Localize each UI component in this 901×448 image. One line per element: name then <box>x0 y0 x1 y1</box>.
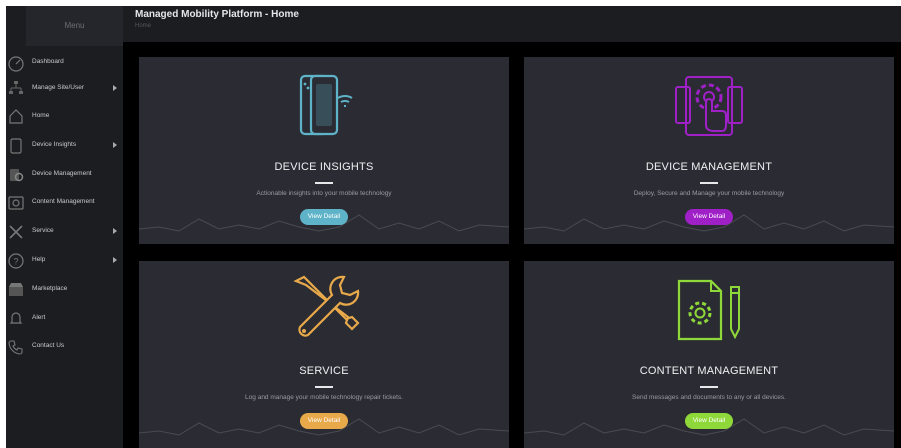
sidebar-item-label: Device Insights <box>32 141 77 148</box>
view-detail-button[interactable]: View Detail <box>685 413 733 429</box>
sidebar-icon-rail: ? <box>6 6 26 448</box>
org-chart-icon[interactable] <box>7 79 25 97</box>
sidebar-item-label: Device Management <box>32 170 92 177</box>
card-title: CONTENT MANAGEMENT <box>639 365 779 377</box>
sidebar-item-label: Alert <box>32 314 46 321</box>
sidebar: Menu Dashboard Manage Site/User Home Dev… <box>26 6 123 448</box>
touch-gear-icon <box>672 69 746 143</box>
sidebar-item-content-management[interactable]: Content Management <box>26 194 123 210</box>
sidebar-item-label: Manage Site/User <box>32 84 85 91</box>
help-icon[interactable]: ? <box>7 252 25 270</box>
card-description: Actionable insights into your mobile tec… <box>256 190 392 197</box>
wrench-screwdriver-icon <box>286 273 362 349</box>
chevron-right-icon <box>113 257 117 263</box>
marketplace-icon[interactable] <box>7 280 25 298</box>
home-icon[interactable] <box>7 107 25 125</box>
card-title: DEVICE INSIGHTS <box>274 161 374 173</box>
sidebar-item-label: Contact Us <box>32 342 65 349</box>
content-gear-icon[interactable] <box>7 194 25 212</box>
sidebar-item-dashboard[interactable]: Dashboard <box>26 54 123 70</box>
card-title: SERVICE <box>299 365 349 377</box>
sidebar-item-manage-site-user[interactable]: Manage Site/User <box>26 80 123 96</box>
sidebar-item-label: Content Management <box>32 198 95 205</box>
chevron-right-icon <box>113 85 117 91</box>
dashboard-icon[interactable] <box>7 54 25 72</box>
svg-text:?: ? <box>13 257 18 267</box>
card-service: SERVICE Log and manage your mobile techn… <box>139 261 509 448</box>
tools-icon[interactable] <box>7 223 25 241</box>
card-divider <box>315 182 333 184</box>
sidebar-item-service[interactable]: Service <box>26 223 123 239</box>
view-detail-button[interactable]: View Detail <box>300 413 348 429</box>
card-description: Send messages and documents to any or al… <box>632 394 786 401</box>
sidebar-item-help[interactable]: Help <box>26 252 123 268</box>
menu-header: Menu <box>26 6 123 46</box>
sidebar-item-contact-us[interactable]: Contact Us <box>26 338 123 354</box>
card-device-insights: DEVICE INSIGHTS Actionable insights into… <box>139 57 509 244</box>
mobile-devices-icon <box>289 72 359 142</box>
page-header: Managed Mobility Platform - Home Home <box>123 6 901 42</box>
sidebar-item-label: Marketplace <box>32 285 68 292</box>
view-detail-button[interactable]: View Detail <box>685 209 733 225</box>
card-divider <box>315 386 333 388</box>
card-description: Deploy, Secure and Manage your mobile te… <box>633 190 785 197</box>
document-gear-pencil-icon <box>673 277 745 345</box>
card-divider <box>700 182 718 184</box>
breadcrumb[interactable]: Home <box>135 23 151 29</box>
card-description: Log and manage your mobile technology re… <box>245 394 403 401</box>
card-device-management: DEVICE MANAGEMENT Deploy, Secure and Man… <box>524 57 894 244</box>
sidebar-item-alert[interactable]: Alert <box>26 310 123 326</box>
page-title: Managed Mobility Platform - Home <box>135 9 299 20</box>
device-gear-icon[interactable] <box>7 166 25 184</box>
card-title: DEVICE MANAGEMENT <box>645 161 773 173</box>
device-icon[interactable] <box>7 137 25 155</box>
sidebar-item-device-insights[interactable]: Device Insights <box>26 137 123 153</box>
sidebar-item-label: Home <box>32 112 50 119</box>
phone-icon[interactable] <box>7 338 25 356</box>
card-content-management: CONTENT MANAGEMENT Send messages and doc… <box>524 261 894 448</box>
bell-icon[interactable] <box>7 309 25 327</box>
sidebar-item-label: Dashboard <box>32 58 64 65</box>
sidebar-item-device-management[interactable]: Device Management <box>26 166 123 182</box>
sidebar-item-home[interactable]: Home <box>26 108 123 124</box>
view-detail-button[interactable]: View Detail <box>300 209 348 225</box>
chevron-right-icon <box>113 142 117 148</box>
sidebar-item-marketplace[interactable]: Marketplace <box>26 281 123 297</box>
card-divider <box>700 386 718 388</box>
sidebar-item-label: Help <box>32 256 46 263</box>
chevron-right-icon <box>113 228 117 234</box>
sidebar-item-label: Service <box>32 227 54 234</box>
